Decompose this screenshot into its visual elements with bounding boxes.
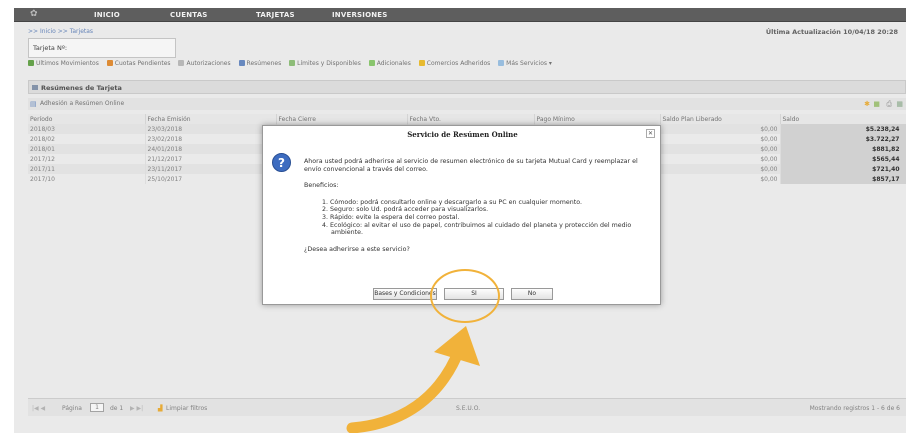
question-icon: ? — [272, 153, 291, 172]
no-button[interactable]: No — [511, 288, 553, 300]
benefit-item: 3. Rápido: evite la espera del correo po… — [322, 213, 460, 221]
highlight-circle — [430, 269, 500, 323]
nav-item-inicio[interactable]: INICIO — [94, 11, 120, 19]
dialog-title: Servicio de Resúmen Online — [407, 130, 518, 139]
nav-item-tarjetas[interactable]: TARJETAS — [256, 11, 295, 19]
benefits-label: Beneficios: — [304, 182, 339, 190]
benefits-list: 1. Cómodo: podrá consultarlo online y de… — [322, 199, 654, 237]
benefit-item: 4. Ecológico: al evitar el uso de papel,… — [322, 221, 632, 237]
dialog-body: Ahora usted podrá adherirse al servicio … — [304, 158, 654, 262]
nav-item-inversiones[interactable]: INVERSIONES — [332, 11, 388, 19]
nav-item-cuentas[interactable]: CUENTAS — [170, 11, 208, 19]
terms-button[interactable]: Bases y Condiciones — [373, 288, 437, 300]
benefit-item: 2. Seguro: solo Ud. podrá acceder para v… — [322, 206, 489, 214]
close-icon[interactable]: ✕ — [646, 129, 655, 138]
top-navigation: ✿ INICIO CUENTAS TARJETAS INVERSIONES — [14, 8, 906, 22]
dialog-intro: Ahora usted podrá adherirse al servicio … — [304, 158, 638, 173]
dialog-question: ¿Desea adherirse a este servicio? — [304, 245, 410, 253]
brand-logo-icon[interactable]: ✿ — [30, 9, 38, 19]
pointer-arrow-icon — [346, 326, 480, 433]
